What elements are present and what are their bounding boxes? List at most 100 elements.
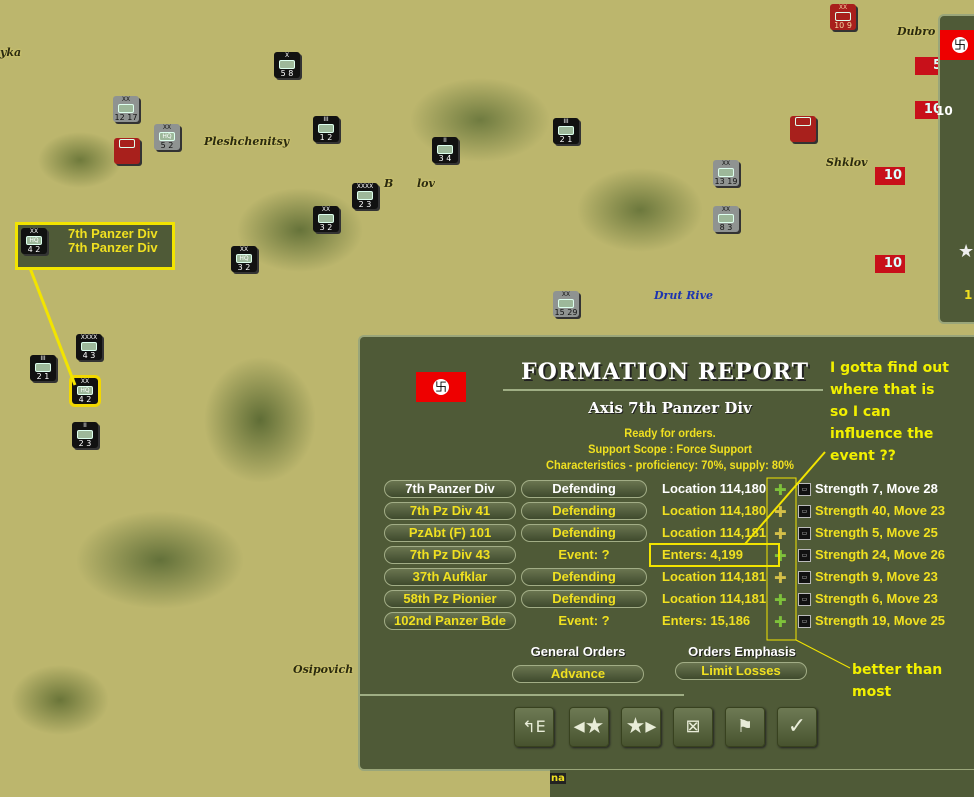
- unit-counter[interactable]: [790, 116, 816, 142]
- map-label: lov: [417, 177, 435, 190]
- entry-turn-button[interactable]: ↰E: [514, 707, 554, 747]
- unit-counter[interactable]: II 2 3: [72, 422, 98, 448]
- annotation-note: better than most: [852, 662, 943, 700]
- unit-row: 37th Aufklar Defending Location 114,181 ✚ ▭ S…: [384, 568, 974, 588]
- selected-unit-counter[interactable]: XX HQ 4 2: [69, 375, 101, 407]
- tooltip-line: 7th Panzer Div: [68, 226, 158, 241]
- next-formation-button[interactable]: ★▸: [621, 707, 661, 747]
- confirm-button[interactable]: ✓: [777, 707, 817, 747]
- plus-icon[interactable]: ✚: [774, 592, 787, 608]
- unit-counter[interactable]: III 1 2: [313, 116, 339, 142]
- unit-type-icon: ▭: [798, 593, 811, 606]
- general-orders-label: General Orders: [530, 644, 626, 659]
- curved-arrow-e-icon: ↰E: [522, 717, 546, 736]
- characteristics: Characteristics - proficiency: 70%, supp…: [546, 458, 794, 472]
- unit-location: Location 114,180: [662, 503, 767, 518]
- unit-counter[interactable]: III 2 1: [553, 118, 579, 144]
- tooltip-line: 7th Panzer Div: [68, 240, 158, 255]
- unit-type-icon: ▭: [798, 549, 811, 562]
- unit-counter[interactable]: XXXX 4 3: [76, 334, 102, 360]
- unit-strength: Strength 40, Move 23: [815, 503, 946, 518]
- soviet-unit-marker[interactable]: 10: [875, 255, 905, 273]
- unit-row: 58th Pz Pionier Defending Location 114,181…: [384, 590, 974, 610]
- unit-name-button[interactable]: 58th Pz Pionier: [384, 590, 516, 608]
- status-bar: na: [550, 770, 974, 797]
- plus-icon[interactable]: ✚: [774, 548, 787, 564]
- plus-icon[interactable]: ✚: [774, 482, 787, 498]
- unit-counter[interactable]: [114, 138, 140, 164]
- unit-order-button[interactable]: Defending: [521, 524, 647, 542]
- star-left-arrow-icon: ◂★: [573, 714, 605, 739]
- orders-emphasis-button[interactable]: Limit Losses: [675, 662, 807, 680]
- unit-row: 7th Pz Div 43 Event: ? Enters: 4,199 ✚ ▭ Stre…: [384, 546, 974, 566]
- unit-counter[interactable]: XX 10 9: [830, 4, 856, 30]
- soviet-unit-marker[interactable]: 10: [875, 167, 905, 185]
- unit-location: Enters: 4,199: [662, 547, 743, 562]
- map-label: Osipovich: [293, 663, 354, 676]
- unit-location: Location 114,180: [662, 481, 767, 496]
- unit-counter[interactable]: XXXX 2 3: [352, 183, 378, 209]
- unit-counter[interactable]: XX HQ 3 2: [231, 246, 257, 272]
- panel-title: FORMATION REPORT: [521, 359, 809, 385]
- formation-tree-button[interactable]: ⚑: [725, 707, 765, 747]
- formation-status: Ready for orders.: [624, 426, 716, 440]
- plus-icon[interactable]: ✚: [774, 614, 787, 630]
- unit-counter[interactable]: II 3 4: [432, 137, 458, 163]
- plus-icon[interactable]: ✚: [774, 526, 787, 542]
- unit-row: PzAbt (F) 101 Defending Location 114,181 ✚ ▭…: [384, 524, 974, 544]
- orders-emphasis-label: Orders Emphasis: [688, 644, 796, 659]
- unit-strength: Strength 5, Move 25: [815, 525, 938, 540]
- unit-strength: Strength 24, Move 26: [815, 547, 946, 562]
- unit-order-button[interactable]: Defending: [521, 502, 647, 520]
- unit-order: Event: ?: [558, 547, 610, 562]
- map-label: B: [384, 177, 394, 190]
- unit-strength: Strength 6, Move 23: [815, 591, 938, 606]
- unit-row: 102nd Panzer Bde Event: ? Enters: 15,186 ✚ ▭…: [384, 612, 974, 632]
- plus-icon[interactable]: ✚: [774, 504, 787, 520]
- unit-name-button[interactable]: 7th Panzer Div: [384, 480, 516, 498]
- map-label: Dubro: [897, 25, 936, 38]
- unit-counter[interactable]: XX HQ 5 2: [154, 124, 180, 150]
- unit-name-button[interactable]: 102nd Panzer Bde: [384, 612, 516, 630]
- unit-row: 7th Panzer Div Defending Location 114,180 ✚…: [384, 480, 974, 500]
- unit-counter[interactable]: III 2 1: [30, 355, 56, 381]
- unit-counter[interactable]: X5 8: [274, 52, 300, 78]
- previous-formation-button[interactable]: ◂★: [569, 707, 609, 747]
- unit-counter[interactable]: XX 8 3: [713, 206, 739, 232]
- map-label: yka: [0, 46, 22, 59]
- star-icon[interactable]: ★: [958, 241, 974, 262]
- plus-icon[interactable]: ✚: [774, 570, 787, 586]
- unit-order-button[interactable]: Defending: [521, 568, 647, 586]
- map-label: Shklov: [826, 156, 868, 169]
- unit-name-button[interactable]: 7th Pz Div 41: [384, 502, 516, 520]
- unit-type-icon: ▭: [798, 527, 811, 540]
- side-value: 10: [936, 104, 953, 118]
- unit-order-button[interactable]: Defending: [521, 480, 647, 498]
- map-label: Pleshchenitsy: [204, 135, 290, 148]
- status-text: na: [550, 773, 566, 784]
- hq-report-button[interactable]: ⊠: [673, 707, 713, 747]
- side-panel: 卐 10 ★ 1: [936, 14, 974, 324]
- unit-location: Location 114,181: [662, 569, 767, 584]
- unit-location: Enters: 15,186: [662, 613, 751, 628]
- unit-counter[interactable]: XX 3 2: [313, 206, 339, 232]
- support-scope: Support Scope : Force Support: [588, 442, 752, 456]
- german-flag-icon: 卐: [416, 372, 466, 402]
- side-value: 1: [964, 288, 973, 302]
- general-orders-button[interactable]: Advance: [512, 665, 644, 683]
- unit-strength: Strength 9, Move 23: [815, 569, 938, 584]
- unit-tooltip: XX HQ 4 2 7th Panzer Div 7th Panzer Div: [15, 222, 175, 270]
- unit-name-button[interactable]: PzAbt (F) 101: [384, 524, 516, 542]
- unit-name-button[interactable]: 37th Aufklar: [384, 568, 516, 586]
- unit-counter[interactable]: XX 15 29: [553, 291, 579, 317]
- unit-counter[interactable]: XX 13 19: [713, 160, 739, 186]
- unit-name-button[interactable]: 7th Pz Div 43: [384, 546, 516, 564]
- german-flag-icon: 卐: [940, 30, 974, 60]
- unit-location: Location 114,181: [662, 591, 767, 606]
- unit-order-button[interactable]: Defending: [521, 590, 647, 608]
- unit-strength: Strength 7, Move 28: [815, 481, 938, 496]
- org-chart-envelope-icon: ⊠: [685, 716, 701, 737]
- unit-counter[interactable]: XX 12 17: [113, 96, 139, 122]
- star-right-arrow-icon: ★▸: [625, 714, 657, 739]
- annotation-note: I gotta find out where that is so I can inf…: [830, 360, 949, 464]
